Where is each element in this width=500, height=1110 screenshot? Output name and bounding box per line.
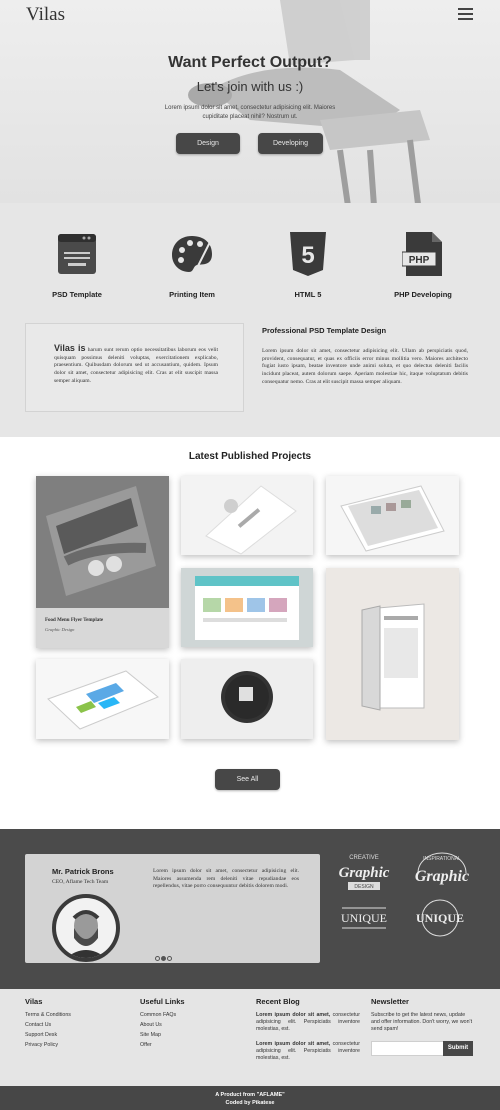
credit-line: A Product from "AFLAME"	[215, 1092, 285, 1098]
business-card-image	[181, 476, 313, 555]
project-tile-website[interactable]	[181, 568, 313, 647]
inspirational-graphic-badge: INSPIRATIONAL Graphic	[415, 852, 469, 885]
footer-link-privacy[interactable]: Privacy Policy	[25, 1042, 71, 1048]
menu-icon[interactable]	[458, 8, 473, 24]
footer-col-recent-blog: Recent Blog Lorem ipsum dolor sit amet, …	[256, 997, 360, 1062]
about-body: Lorem ipsum dolor sit amet, consectetur …	[262, 348, 468, 385]
submit-button[interactable]: Submit	[443, 1041, 473, 1056]
pagination-dot[interactable]	[155, 956, 160, 961]
service-label: HTML 5	[294, 290, 322, 299]
project-tile-button-badge[interactable]	[181, 659, 313, 739]
svg-text:PHP: PHP	[409, 255, 430, 266]
footer-link-about[interactable]: About Us	[140, 1022, 185, 1028]
blog-post[interactable]: Lorem ipsum dolor sit amet, consectetur …	[256, 1041, 360, 1062]
project-tile-mobile-app[interactable]	[36, 659, 169, 739]
see-all-button[interactable]: See All	[215, 769, 280, 790]
footer-link-support[interactable]: Support Desk	[25, 1032, 71, 1038]
unique-badge: UNIQUE	[341, 907, 387, 929]
design-button[interactable]: Design	[176, 133, 240, 154]
footer-credit: A Product from "AFLAME" Coded by Pikates…	[0, 1086, 500, 1110]
footer-link-offer[interactable]: Offer	[140, 1042, 185, 1048]
service-html5[interactable]: 5 HTML 5	[258, 230, 358, 299]
newsletter-email-input[interactable]	[371, 1041, 443, 1056]
footer-col-newsletter: Newsletter Subscribe to get the latest n…	[371, 997, 475, 1033]
creative-graphic-badge: CREATIVE Graphic DESIGN	[339, 855, 390, 890]
hero-title: Want Perfect Output?	[168, 54, 332, 71]
testimonial-card: Mr. Patrick Brons CEO, Aflame Tech Team …	[25, 854, 320, 963]
svg-text:5: 5	[301, 242, 314, 269]
about-lead: Vilas is	[54, 343, 86, 353]
footer-link-contact[interactable]: Contact Us	[25, 1022, 71, 1028]
footer-heading: Useful Links	[140, 997, 185, 1006]
footer: Vilas Terms & Conditions Contact Us Supp…	[0, 989, 500, 1086]
testimonial-role: CEO, Aflame Tech Team	[52, 879, 109, 885]
projects-section: Latest Published Projects Food Menu Flye…	[0, 437, 500, 829]
svg-text:Graphic: Graphic	[339, 865, 390, 881]
mobile-app-image	[36, 659, 169, 739]
service-printing-item[interactable]: Printing Item	[142, 230, 242, 299]
project-tile-featured[interactable]: Food Menu Flyer Template Graphic Design	[36, 476, 169, 648]
services-section: PSD Template Printing Item 5 HTML 5 PHP …	[0, 203, 500, 437]
footer-heading: Vilas	[25, 997, 43, 1006]
footer-heading: Newsletter	[371, 997, 409, 1006]
about-title: Professional PSD Template Design	[262, 326, 387, 335]
project-category: Graphic Design	[45, 627, 75, 632]
hero-subtitle: Let's join with us :)	[196, 79, 304, 94]
footer-heading: Recent Blog	[256, 997, 300, 1006]
service-label: PSD Template	[52, 290, 102, 299]
pagination-dot-active[interactable]	[161, 956, 166, 961]
service-psd-template[interactable]: PSD Template	[27, 230, 127, 299]
testimonial-quote: Lorem ipsum dolor sit amet, consectetur …	[153, 868, 299, 890]
website-image	[181, 568, 313, 647]
footer-link-terms[interactable]: Terms & Conditions	[25, 1012, 71, 1018]
footer-link-faqs[interactable]: Common FAQs	[140, 1012, 185, 1018]
project-tile-ipad-cover[interactable]	[326, 568, 459, 740]
project-caption: Food Menu Flyer Template Graphic Design	[36, 608, 169, 648]
browser-window-icon	[58, 234, 96, 274]
html5-shield-icon: 5	[290, 232, 326, 276]
service-php-developing[interactable]: PHP PHP Developing	[373, 230, 473, 299]
footer-col-vilas: Vilas Terms & Conditions Contact Us Supp…	[25, 997, 71, 1052]
pagination-dot[interactable]	[167, 956, 172, 961]
developing-button[interactable]: Developing	[258, 133, 323, 154]
footer-link-sitemap[interactable]: Site Map	[140, 1032, 185, 1038]
svg-text:UNIQUE: UNIQUE	[341, 911, 387, 925]
svg-text:UNIQUE: UNIQUE	[416, 911, 464, 925]
unique-round-badge: UNIQUE	[416, 899, 464, 937]
blog-post[interactable]: Lorem ipsum dolor sit amet, consectetur …	[256, 1012, 360, 1033]
hero-section: Vilas Want Perfect Output? Let's join wi…	[0, 0, 500, 203]
testimonial-pagination	[155, 948, 173, 966]
hero-background-image	[188, 0, 430, 203]
footer-col-useful-links: Useful Links Common FAQs About Us Site M…	[140, 997, 185, 1052]
credit-line: Coded by Pikatese	[225, 1100, 275, 1106]
svg-text:Graphic: Graphic	[415, 868, 469, 885]
paint-palette-icon	[172, 236, 212, 272]
button-badge-image	[181, 659, 313, 739]
project-name: Food Menu Flyer Template	[45, 618, 104, 623]
ipad-cover-image	[326, 568, 459, 740]
svg-text:DESIGN: DESIGN	[354, 884, 374, 890]
svg-text:INSPIRATIONAL: INSPIRATIONAL	[423, 856, 461, 862]
flyer-image	[36, 476, 169, 608]
tablet-image	[326, 476, 459, 555]
service-label: PHP Developing	[394, 290, 452, 299]
project-tile-business-card[interactable]	[181, 476, 313, 555]
svg-text:CREATIVE: CREATIVE	[349, 855, 379, 861]
php-file-icon: PHP	[401, 232, 442, 276]
hero-description: Lorem ipsum dolor sit amet, consectetur …	[164, 105, 336, 120]
testimonial-name: Mr. Patrick Brons	[52, 867, 114, 876]
avatar	[52, 894, 120, 962]
projects-title: Latest Published Projects	[188, 451, 312, 462]
site-logo[interactable]: Vilas	[26, 4, 65, 26]
about-box: Vilas is harum sunt rerum optio necessit…	[25, 323, 244, 412]
newsletter-text: Subscribe to get the latest news, update…	[371, 1012, 473, 1032]
project-tile-tablet[interactable]	[326, 476, 459, 555]
testimonial-section: Mr. Patrick Brons CEO, Aflame Tech Team …	[0, 829, 500, 989]
service-label: Printing Item	[169, 290, 215, 299]
about-paragraph: Vilas is harum sunt rerum optio necessit…	[54, 343, 218, 386]
